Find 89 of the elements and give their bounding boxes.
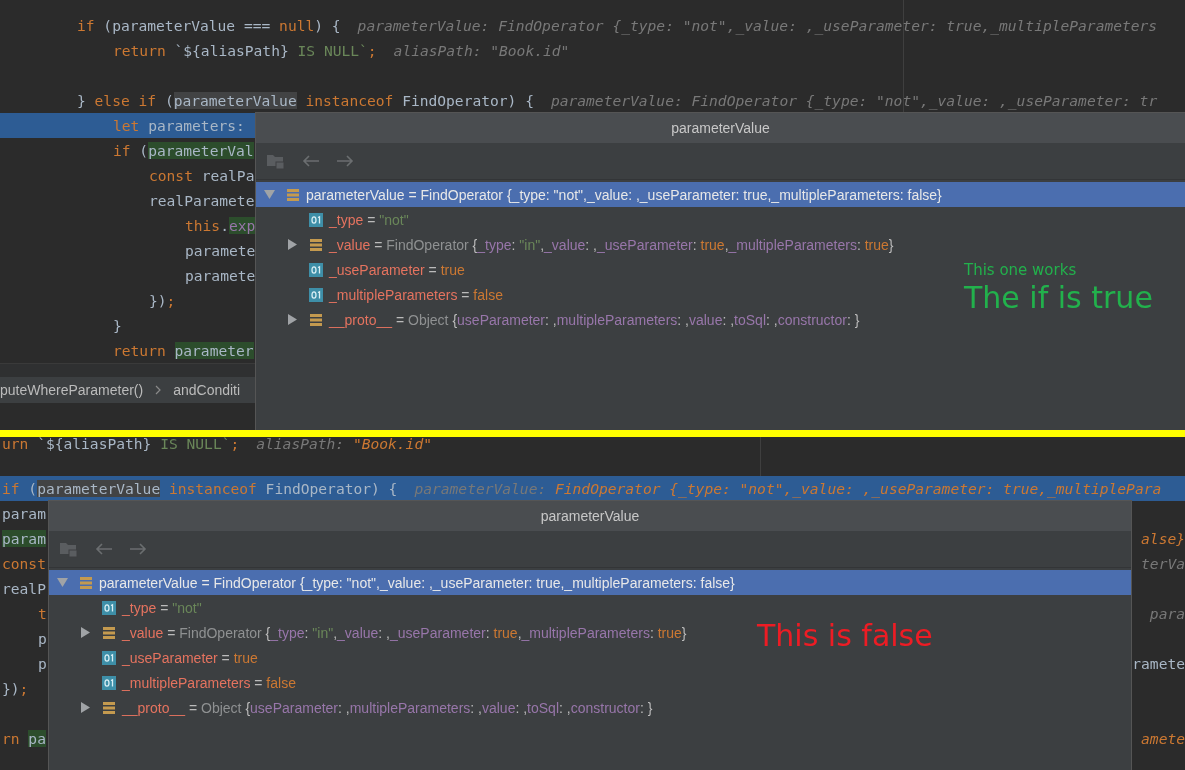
code-line: }); bbox=[149, 291, 176, 311]
forward-arrow-icon[interactable] bbox=[336, 154, 354, 168]
tree-row[interactable]: _multipleParameters = false bbox=[49, 670, 296, 695]
code-fragment: amete bbox=[1141, 729, 1185, 749]
breadcrumb-item[interactable]: puteWhereParameter() bbox=[0, 382, 144, 398]
inline-hint: parameterValue: FindOperator {_type: "not",_value: ,_useParameter: true,_multiplePara bbox=[414, 479, 1162, 500]
code-fragment: terVa bbox=[1141, 554, 1185, 574]
stack-icon bbox=[102, 700, 116, 715]
chevron-icon bbox=[155, 385, 162, 395]
annotation-text: This is false bbox=[757, 617, 933, 655]
variable-label: _value = FindOperator {_type: "in",_value: ,_useParameter: true,_multipleParameters: true} bbox=[329, 236, 894, 253]
forward-arrow-icon[interactable] bbox=[129, 542, 147, 556]
variable-icon bbox=[102, 600, 116, 615]
code-line: return `${aliasPath} IS NULL`; bbox=[113, 41, 377, 61]
stack-icon bbox=[309, 312, 323, 327]
annotation-text: This one works bbox=[964, 261, 1078, 279]
code-line: } bbox=[113, 316, 122, 336]
stack-icon bbox=[79, 575, 93, 590]
tree-row[interactable]: __proto__ = Object {useParameter: ,multipleParameters: ,value: ,toSql: ,constructor: } bbox=[49, 695, 653, 720]
code-fragment: ramete bbox=[1132, 654, 1185, 674]
code-line: realParamete bbox=[149, 191, 255, 211]
code-line: paramete bbox=[185, 266, 256, 286]
code-line: p bbox=[38, 654, 47, 674]
code-line: }); bbox=[2, 679, 29, 699]
expand-arrow-icon[interactable] bbox=[80, 627, 91, 638]
code-line: urn `${aliasPath} IS NULL`; bbox=[2, 437, 240, 451]
code-line: let parameters: bbox=[113, 116, 245, 136]
folder-icon[interactable] bbox=[266, 152, 286, 170]
tree-row[interactable]: parameterValue = FindOperator {_type: "not",_value: ,_useParameter: true,_multipleParameters: false} bbox=[256, 182, 1185, 207]
code-line: realP bbox=[2, 579, 46, 599]
variable-icon bbox=[309, 212, 323, 227]
code-line: if (parameterValue === null) { bbox=[77, 16, 341, 36]
tree-row[interactable]: _useParameter = true bbox=[49, 645, 258, 670]
tree-row[interactable]: parameterValue = FindOperator {_type: "not",_value: ,_useParameter: true,_multipleParameters: false} bbox=[49, 570, 1131, 595]
annotation-text: The if is true bbox=[964, 279, 1153, 317]
stack-icon bbox=[309, 237, 323, 252]
expand-arrow-icon[interactable] bbox=[287, 239, 298, 250]
variable-label: __proto__ = Object {useParameter: ,multipleParameters: ,value: ,toSql: ,constructor: } bbox=[329, 311, 860, 328]
tree-row[interactable]: __proto__ = Object {useParameter: ,multipleParameters: ,value: ,toSql: ,constructor: } bbox=[256, 307, 860, 332]
inline-hint: aliasPath: "Book.id" bbox=[256, 437, 432, 451]
back-arrow-icon[interactable] bbox=[302, 154, 320, 168]
variable-label: _multipleParameters = false bbox=[329, 286, 503, 303]
code-line: if (parameterValue instanceof FindOperator) { bbox=[2, 479, 398, 499]
code-fragment: para bbox=[1149, 604, 1185, 624]
expand-arrow-icon[interactable] bbox=[287, 314, 298, 325]
variable-label: _useParameter = true bbox=[122, 649, 258, 666]
variable-label: _useParameter = true bbox=[329, 261, 465, 278]
variable-icon bbox=[309, 262, 323, 277]
variable-label: _multipleParameters = false bbox=[122, 674, 296, 691]
folder-icon[interactable] bbox=[59, 540, 79, 558]
code-line: this.exp bbox=[185, 216, 256, 236]
inline-hint: parameterValue: FindOperator {_type: "not",_value: ,_useParameter: tr bbox=[550, 91, 1158, 112]
tree-row[interactable]: _multipleParameters = false bbox=[256, 282, 503, 307]
tree-row[interactable]: _type = "not" bbox=[49, 595, 202, 620]
stack-icon bbox=[286, 187, 300, 202]
popup-title: parameterValue bbox=[256, 113, 1185, 143]
expand-arrow-icon[interactable] bbox=[264, 189, 275, 200]
variable-icon bbox=[309, 287, 323, 302]
variable-label: parameterValue = FindOperator {_type: "not",_value: ,_useParameter: true,_multipleParameters: false} bbox=[306, 186, 942, 203]
code-line: p bbox=[38, 629, 47, 649]
tree-row[interactable]: _value = FindOperator {_type: "in",_value: ,_useParameter: true,_multipleParameters: true} bbox=[49, 620, 687, 645]
breadcrumb-item[interactable]: andConditi bbox=[173, 382, 241, 398]
tree-row[interactable]: _type = "not" bbox=[256, 207, 409, 232]
variable-label: __proto__ = Object {useParameter: ,multipleParameters: ,value: ,toSql: ,constructor: } bbox=[122, 699, 653, 716]
variable-label: _type = "not" bbox=[122, 599, 202, 616]
variable-label: _value = FindOperator {_type: "in",_value: ,_useParameter: true,_multipleParameters: true} bbox=[122, 624, 687, 641]
back-arrow-icon[interactable] bbox=[95, 542, 113, 556]
code-line: } else if (parameterValue instanceof FindOperator) { bbox=[77, 91, 534, 111]
expand-arrow-icon[interactable] bbox=[57, 577, 68, 588]
variable-icon bbox=[102, 675, 116, 690]
code-line: if (parameterVal bbox=[113, 141, 254, 161]
code-line: param bbox=[2, 504, 46, 524]
variable-icon bbox=[102, 650, 116, 665]
code-line: const realPa bbox=[149, 166, 255, 186]
stack-icon bbox=[102, 625, 116, 640]
inline-hint: aliasPath: "Book.id" bbox=[393, 41, 570, 61]
variable-label: parameterValue = FindOperator {_type: "not",_value: ,_useParameter: true,_multipleParameters: false} bbox=[99, 574, 735, 591]
code-line: rn pa bbox=[2, 729, 46, 749]
code-fragment: alse} bbox=[1141, 529, 1185, 549]
code-line: paramete bbox=[185, 241, 256, 261]
inline-hint: parameterValue: FindOperator {_type: "not",_value: ,_useParameter: true,_multipleParameters bbox=[357, 16, 1158, 37]
variable-label: _type = "not" bbox=[329, 211, 409, 228]
code-line: return parameter bbox=[113, 341, 254, 361]
code-line: const bbox=[2, 554, 46, 574]
popup-title: parameterValue bbox=[49, 501, 1131, 531]
tree-row[interactable]: _useParameter = true bbox=[256, 257, 465, 282]
code-line: t bbox=[38, 604, 47, 624]
expand-arrow-icon[interactable] bbox=[80, 702, 91, 713]
tree-row[interactable]: _value = FindOperator {_type: "in",_value: ,_useParameter: true,_multipleParameters: true} bbox=[256, 232, 894, 257]
